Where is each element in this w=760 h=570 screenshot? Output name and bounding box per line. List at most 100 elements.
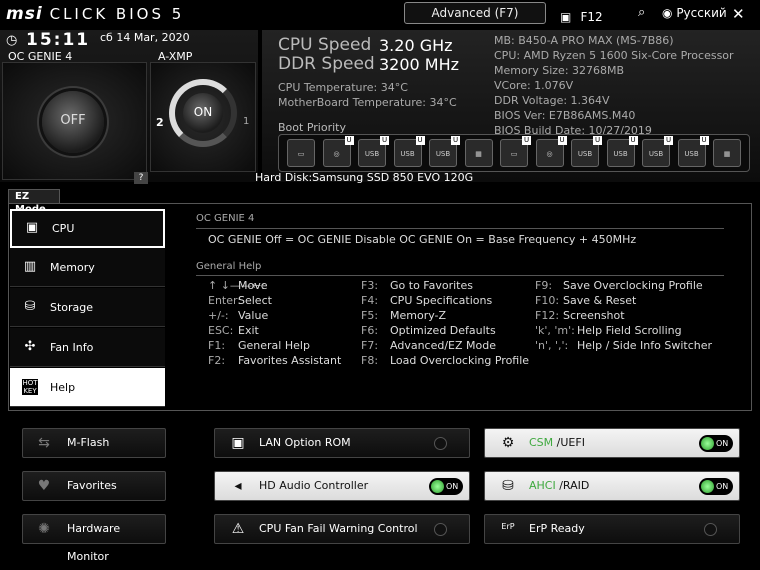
uefi-badge: U: [699, 136, 709, 145]
oc-genie-section-title: OC GENIE 4: [196, 213, 255, 224]
uefi-badge: U: [380, 136, 389, 145]
help-key: F9:: [535, 279, 553, 292]
boot-device-hdd-icon[interactable]: ▭ U: [500, 136, 531, 167]
toggle-indicator: [704, 523, 717, 536]
boot-device-caption: Hard Disk:Samsung SSD 850 EVO 120G: [255, 171, 474, 184]
uefi-badge: U: [557, 136, 567, 145]
screenshot-button[interactable]: ▣ F12: [560, 6, 603, 25]
boot-device-optical-icon[interactable]: ◎ U: [322, 136, 354, 167]
hd-audio-toggle[interactable]: ◂ HD Audio Controller ON: [214, 471, 470, 501]
csm-uefi-toggle[interactable]: ⚙ CSM /UEFI ON: [484, 428, 740, 458]
camera-icon: ▣: [560, 10, 572, 24]
help-key: Enter:: [208, 294, 242, 307]
toggle-dot: [701, 480, 714, 493]
help-key: ESC:: [208, 324, 234, 337]
help-action: General Help: [238, 339, 310, 352]
help-action: CPU Specifications: [390, 294, 493, 307]
erp-ready-toggle[interactable]: ErP ErP Ready: [484, 514, 740, 544]
advanced-mode-button[interactable]: Advanced (F7): [404, 2, 546, 24]
toggle-switch-on: ON: [699, 478, 733, 495]
lan-icon: ▣: [231, 435, 245, 451]
ddr-speed-value: 3200 MHz: [379, 55, 460, 74]
heart-icon: ♥: [37, 478, 51, 494]
cpu-fan-warning-toggle[interactable]: ⚠ CPU Fan Fail Warning Control: [214, 514, 470, 544]
boot-device-optical-icon[interactable]: ◎ U: [535, 136, 567, 167]
ez-mode-label: EZ Mode: [8, 189, 60, 215]
help-key: F3:: [361, 279, 379, 292]
help-key: 'k', 'm':: [535, 324, 575, 337]
axmp-profile-2[interactable]: 2: [156, 116, 164, 129]
speaker-icon: ◂: [234, 478, 242, 494]
nav-cpu[interactable]: ▣ CPU: [10, 209, 165, 248]
uefi-badge: U: [593, 136, 602, 145]
lan-option-rom-toggle[interactable]: ▣ LAN Option ROM: [214, 428, 470, 458]
boot-priority-bar[interactable]: ▭ ◎ U USB U USB U USB U ▦ ▭ U ◎ U USB U USB U USB U USB U ▦: [278, 134, 750, 172]
help-key: F5:: [361, 309, 379, 322]
usb-icon: USB: [435, 150, 451, 158]
mb-temperature: MotherBoard Temperature: 34°C: [278, 96, 457, 109]
usb-icon: USB: [613, 150, 628, 158]
hdd-icon: ▭: [297, 150, 305, 158]
help-key: F1:: [208, 339, 226, 352]
boot-device-usb-icon[interactable]: USB U: [358, 136, 389, 167]
usb-flash-icon: ⇆: [38, 435, 50, 451]
boot-device-usb-icon[interactable]: USB U: [571, 136, 602, 167]
help-key: F7:: [361, 339, 379, 352]
oc-genie-knob[interactable]: OFF: [42, 91, 104, 153]
clock-date: сб 14 Mar, 2020: [100, 31, 190, 44]
boot-device-hdd-icon[interactable]: ▭: [287, 139, 315, 167]
help-key: +/-:: [208, 309, 229, 322]
uefi-badge: U: [415, 136, 425, 145]
fan-icon: ✣: [24, 339, 36, 354]
m-flash-button[interactable]: ⇆ M-Flash: [22, 428, 166, 458]
clock-time: 15:11: [26, 30, 91, 50]
uefi-badge: U: [344, 136, 354, 145]
boot-device-network-icon[interactable]: ▦: [464, 139, 493, 167]
help-badge[interactable]: ?: [134, 172, 148, 184]
boot-device-network-icon[interactable]: ▦: [713, 139, 741, 167]
boot-device-usb-icon[interactable]: USB U: [677, 136, 709, 167]
uefi-badge: U: [664, 136, 673, 145]
help-action: Help Field Scrolling: [577, 324, 682, 337]
uefi-badge: U: [628, 136, 638, 145]
toggle-switch-on: ON: [429, 478, 463, 495]
uefi-badge: U: [451, 136, 460, 145]
optical-icon: ◎: [546, 150, 553, 158]
toggle-dot: [431, 480, 444, 493]
ddr-speed-label: DDR Speed: [278, 54, 375, 74]
help-key: F6:: [361, 324, 379, 337]
help-action: Go to Favorites: [390, 279, 473, 292]
boot-device-usb-icon[interactable]: USB U: [429, 136, 460, 167]
language-button[interactable]: ◉ Русский: [662, 6, 727, 20]
storage-icon: ⛁: [24, 299, 36, 314]
boot-device-usb-icon[interactable]: USB U: [393, 136, 425, 167]
axmp-knob[interactable]: ON: [183, 93, 223, 133]
usb-icon: USB: [684, 150, 699, 158]
axmp-profile-1[interactable]: 1: [243, 116, 249, 127]
close-button[interactable]: ✕: [732, 5, 745, 23]
globe-icon: ◉: [662, 6, 673, 20]
nav-memory[interactable]: ▥ Memory: [10, 248, 165, 287]
network-icon: ▦: [723, 150, 731, 158]
help-key: 'n', ',':: [535, 339, 569, 352]
help-action: Optimized Defaults: [390, 324, 496, 337]
boot-device-usb-icon[interactable]: USB U: [642, 136, 673, 167]
help-action: Exit: [238, 324, 259, 337]
hotkey-icon: HOT KEY: [22, 379, 38, 395]
help-action: Select: [238, 294, 272, 307]
hardware-monitor-button[interactable]: ✺ Hardware Monitor: [22, 514, 166, 563]
nav-storage[interactable]: ⛁ Storage: [10, 288, 165, 327]
nav-help[interactable]: HOT KEY Help: [10, 368, 165, 407]
search-icon[interactable]: ⌕: [638, 5, 645, 20]
nav-fan-info[interactable]: ✣ Fan Info: [10, 328, 165, 367]
help-action: Advanced/EZ Mode: [390, 339, 496, 352]
network-icon: ▦: [475, 150, 482, 158]
favorites-button[interactable]: ♥ Favorites: [22, 471, 166, 501]
ahci-raid-toggle[interactable]: ⛁ AHCI /RAID ON: [484, 471, 740, 501]
usb-icon: USB: [400, 150, 415, 158]
cpu-speed-label: CPU Speed: [278, 35, 372, 55]
help-action: Screenshot: [563, 309, 625, 322]
help-action: Load Overclocking Profile: [390, 354, 530, 367]
boot-device-usb-icon[interactable]: USB U: [606, 136, 638, 167]
help-action: Move: [238, 279, 268, 292]
